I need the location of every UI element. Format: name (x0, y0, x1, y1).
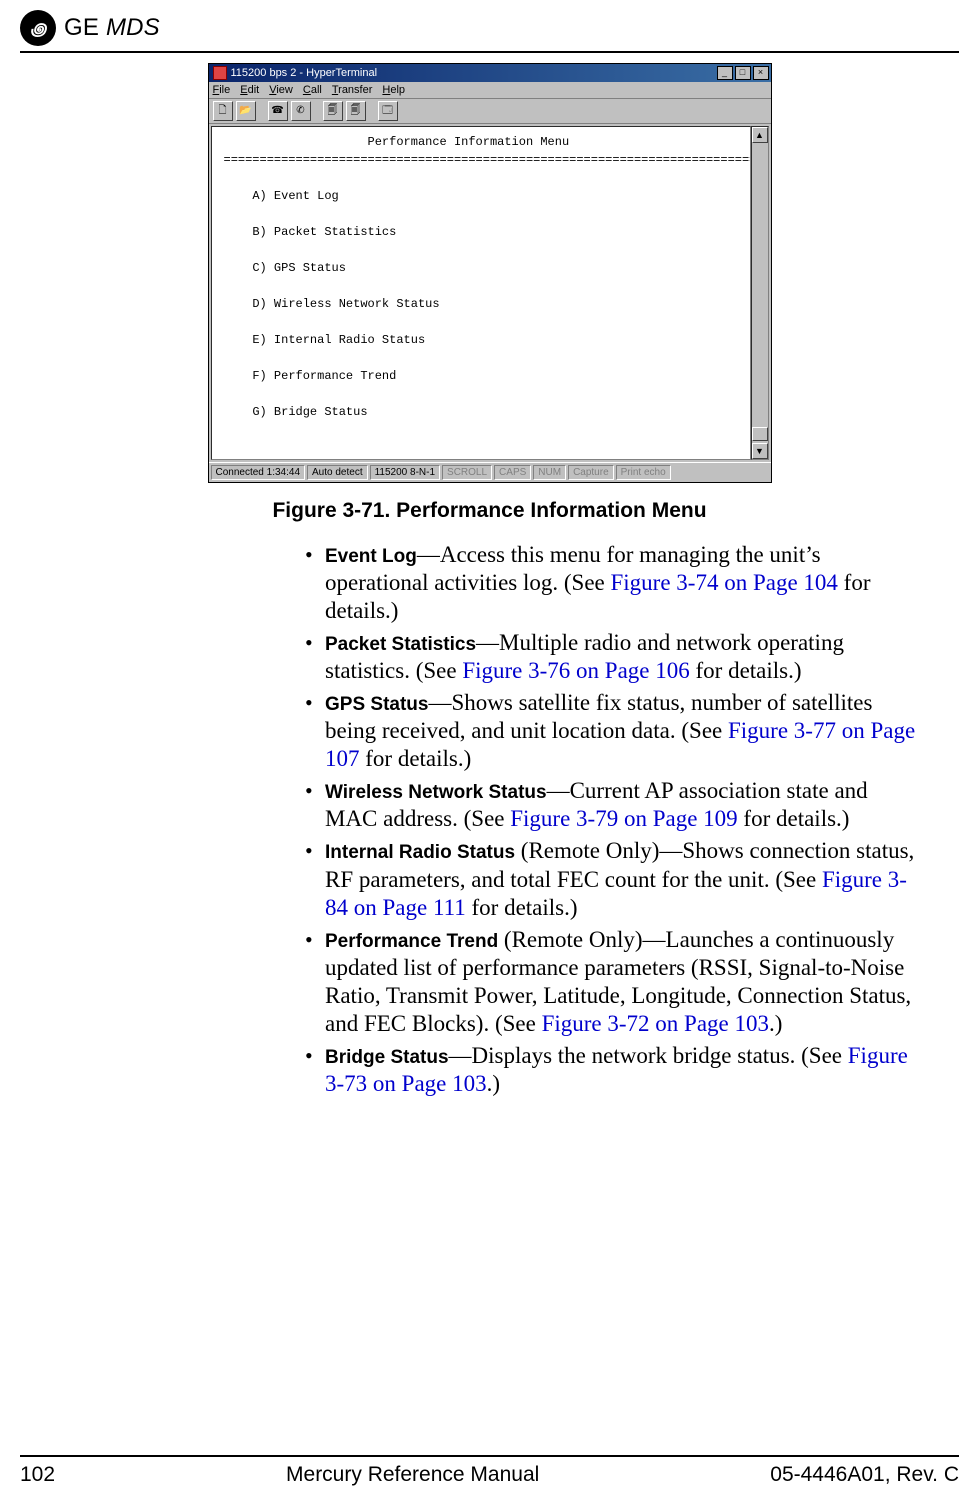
brand-ge: GE (64, 14, 99, 41)
list-item: Event Log—Access this menu for managing … (305, 541, 919, 625)
scroll-down-icon[interactable]: ▼ (752, 443, 768, 459)
bullet-label: Event Log (325, 546, 417, 567)
brand-mds: MDS (106, 14, 160, 41)
xref-link[interactable]: Figure 3-74 on Page 104 (611, 570, 838, 595)
menubar: File Edit View Call Transfer Help (209, 82, 771, 99)
list-item: Internal Radio Status (Remote Only)—Show… (305, 837, 919, 921)
toolbar: 🗋 📂 ☎ ✆ 🗐 🗐 🗔 (209, 99, 771, 124)
bullet-label: Wireless Network Status (325, 782, 547, 803)
status-caps: CAPS (494, 465, 531, 480)
brand-text: GE MDS (64, 14, 160, 42)
term-item-a: A) Event Log (252, 189, 338, 203)
term-item-d: D) Wireless Network Status (252, 297, 439, 311)
xref-link[interactable]: Figure 3-72 on Page 103 (542, 1011, 769, 1036)
maximize-button[interactable]: □ (735, 66, 751, 80)
term-item-b: B) Packet Statistics (252, 225, 396, 239)
menu-transfer[interactable]: Transfer (332, 84, 373, 96)
window-titlebar: 115200 bps 2 - HyperTerminal _ □ × (209, 64, 771, 82)
bullet-list: Event Log—Access this menu for managing … (305, 541, 919, 1098)
term-item-c: C) GPS Status (252, 261, 346, 275)
status-settings: 115200 8-N-1 (370, 465, 440, 480)
term-item-f: F) Performance Trend (252, 369, 396, 383)
vertical-scrollbar[interactable]: ▲ ▼ (751, 126, 769, 460)
bullet-label: Bridge Status (325, 1047, 449, 1068)
menu-file[interactable]: File (213, 84, 231, 96)
bullet-post: .) (769, 1011, 782, 1036)
window-title: 115200 bps 2 - HyperTerminal (231, 67, 378, 79)
page-header: ꩜ GE MDS (0, 0, 979, 51)
tb-connect-icon[interactable]: ☎ (268, 101, 288, 121)
list-item: Performance Trend (Remote Only)—Launches… (305, 926, 919, 1038)
xref-link[interactable]: Figure 3-79 on Page 109 (510, 806, 737, 831)
tb-open-icon[interactable]: 📂 (236, 101, 256, 121)
footer-rule (20, 1455, 959, 1457)
menu-help[interactable]: Help (382, 84, 405, 96)
menu-call[interactable]: Call (303, 84, 322, 96)
terminal-output: Performance Information Menu ===========… (211, 126, 751, 460)
term-title-line: Performance Information Menu (224, 135, 570, 149)
bullet-post: for details.) (690, 658, 802, 683)
status-detect: Auto detect (307, 465, 368, 480)
bullet-pre: —Displays the network bridge status. (Se… (449, 1043, 848, 1068)
term-rule: ========================================… (224, 153, 751, 167)
term-item-g: G) Bridge Status (252, 405, 367, 419)
header-rule (20, 51, 959, 53)
bullet-label: Internal Radio Status (325, 842, 515, 863)
status-scroll: SCROLL (442, 465, 492, 480)
figure-caption: Figure 3-71. Performance Information Men… (0, 499, 979, 523)
bullet-post: for details.) (738, 806, 850, 831)
tb-disconnect-icon[interactable]: ✆ (291, 101, 311, 121)
menu-view[interactable]: View (269, 84, 293, 96)
tb-props-icon[interactable]: 🗔 (378, 101, 398, 121)
minimize-button[interactable]: _ (717, 66, 733, 80)
tb-new-icon[interactable]: 🗋 (213, 101, 233, 121)
status-capture: Capture (568, 465, 614, 480)
ge-logo-icon: ꩜ (20, 10, 56, 46)
list-item: Wireless Network Status—Current AP assoc… (305, 777, 919, 833)
list-item: GPS Status—Shows satellite fix status, n… (305, 689, 919, 773)
status-printecho: Print echo (616, 465, 671, 480)
status-connected: Connected 1:34:44 (211, 465, 306, 480)
statusbar: Connected 1:34:44 Auto detect 115200 8-N… (209, 462, 771, 482)
page-number: 102 (20, 1463, 55, 1487)
list-item: Bridge Status—Displays the network bridg… (305, 1042, 919, 1098)
bullet-label: Performance Trend (325, 931, 498, 952)
menu-edit[interactable]: Edit (240, 84, 259, 96)
page-footer: 102 Mercury Reference Manual 05-4446A01,… (20, 1455, 959, 1487)
bullet-label: Packet Statistics (325, 634, 476, 655)
list-item: Packet Statistics—Multiple radio and net… (305, 629, 919, 685)
scroll-thumb[interactable] (752, 427, 768, 441)
xref-link[interactable]: Figure 3-76 on Page 106 (462, 658, 689, 683)
scroll-up-icon[interactable]: ▲ (752, 127, 768, 143)
term-item-e: E) Internal Radio Status (252, 333, 425, 347)
bullet-label: GPS Status (325, 694, 428, 715)
status-num: NUM (533, 465, 566, 480)
doc-title: Mercury Reference Manual (286, 1463, 539, 1487)
doc-revision: 05-4446A01, Rev. C (770, 1463, 959, 1487)
bullet-post: .) (487, 1071, 500, 1096)
app-icon (213, 66, 227, 80)
bullet-post: for details.) (466, 895, 578, 920)
bullet-post: for details.) (360, 746, 472, 771)
close-button[interactable]: × (753, 66, 769, 80)
tb-receive-icon[interactable]: 🗐 (346, 101, 366, 121)
tb-send-icon[interactable]: 🗐 (323, 101, 343, 121)
hyperterminal-window: 115200 bps 2 - HyperTerminal _ □ × File … (208, 63, 772, 483)
